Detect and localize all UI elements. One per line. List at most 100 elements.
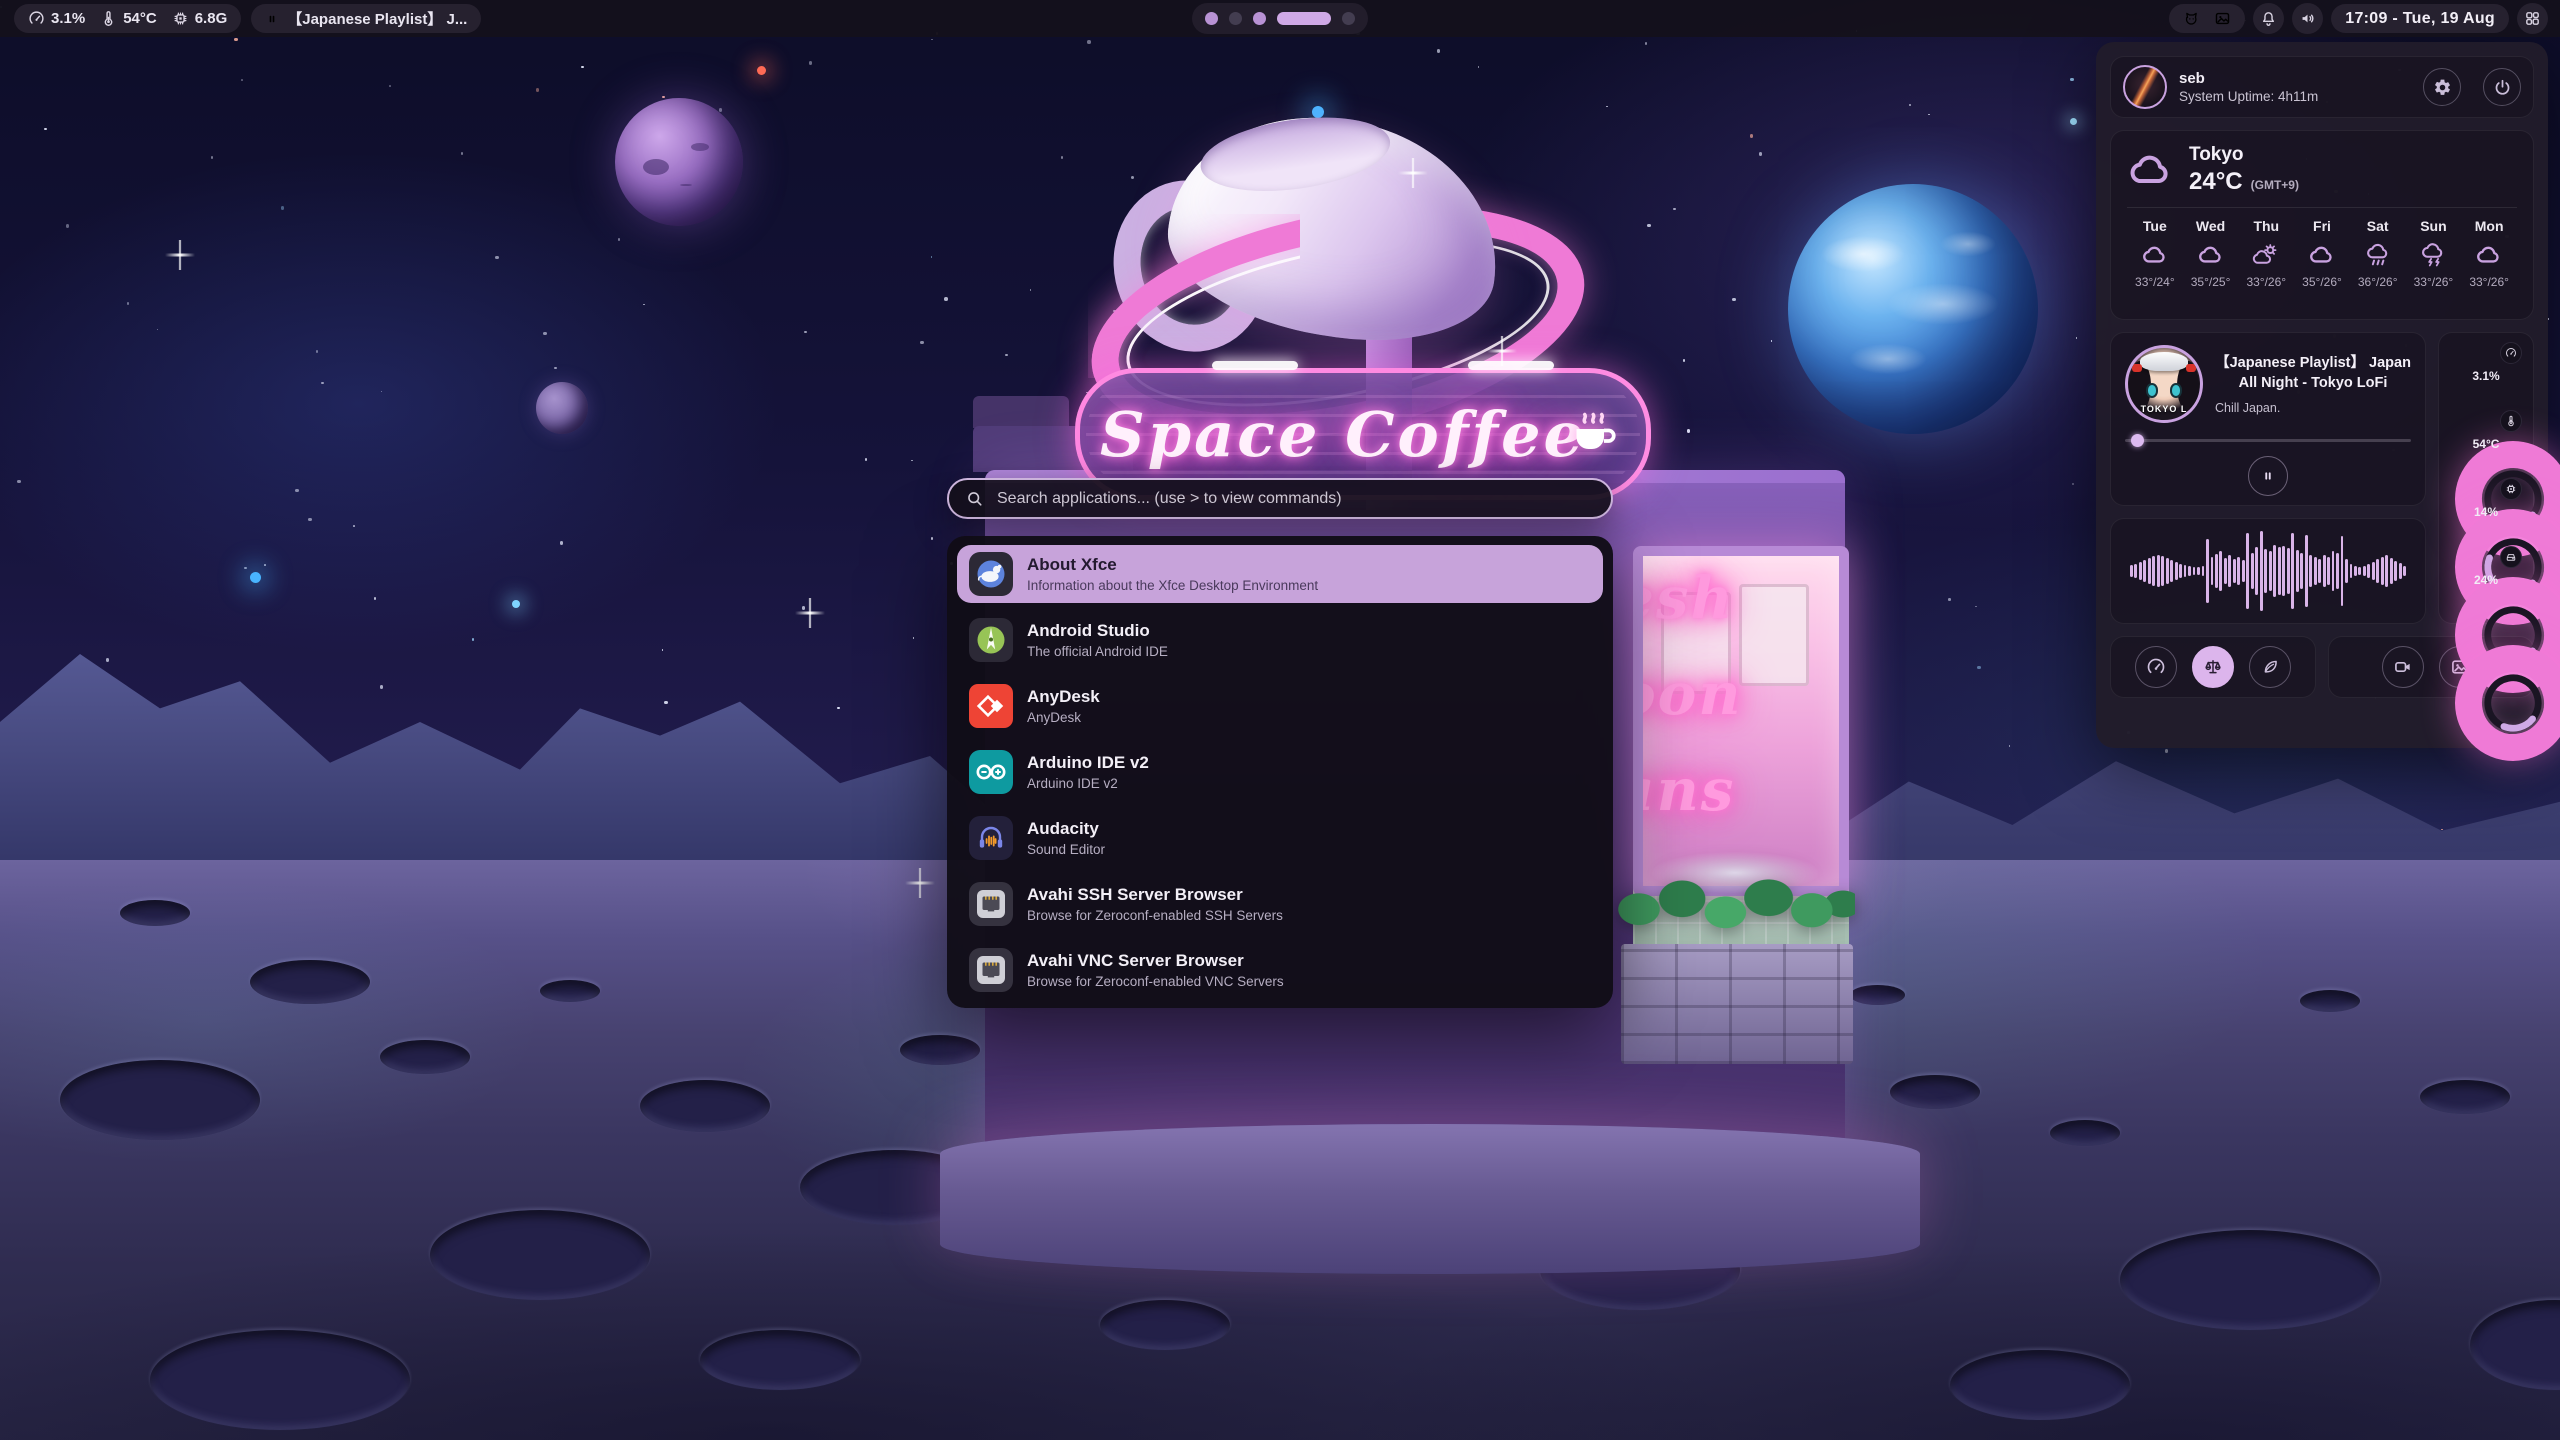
power-icon — [2493, 78, 2512, 97]
chip-icon — [172, 10, 189, 27]
speedometer-icon — [28, 10, 45, 27]
forecast-day: Tue 33°/24° — [2127, 218, 2183, 289]
dashboard-button[interactable] — [2517, 3, 2548, 34]
gauge-icon-badge — [2500, 342, 2522, 364]
notifications-button[interactable] — [2253, 3, 2284, 34]
app-list: About Xfce Information about the Xfce De… — [947, 536, 1613, 1008]
weather-city: Tokyo — [2189, 145, 2299, 166]
neon-word-3: ans — [1633, 756, 1837, 824]
app-name: About Xfce — [1027, 555, 1318, 575]
control-panel: seb System Uptime: 4h11m Tokyo 24°C (GMT… — [2096, 42, 2548, 748]
seek-thumb[interactable] — [2131, 434, 2144, 447]
power-mode-group — [2110, 636, 2316, 698]
app-search-bar[interactable] — [947, 478, 1613, 519]
weather-timezone: (GMT+9) — [2251, 178, 2299, 192]
power-button[interactable] — [2483, 68, 2521, 106]
app-list-item[interactable]: Avahi SSH Server Browser Browse for Zero… — [957, 875, 1603, 933]
weather-card: Tokyo 24°C (GMT+9) Tue 33°/24° Wed 35°/2… — [2110, 130, 2534, 320]
sign-text: Space Coffee — [1100, 398, 1626, 471]
pet-icon[interactable] — [2183, 10, 2200, 27]
app-list-item[interactable]: Arduino IDE v2 Arduino IDE v2 — [957, 743, 1603, 801]
gauge: 3.1% — [2455, 345, 2517, 407]
settings-button[interactable] — [2423, 68, 2461, 106]
gauge: 14% — [2455, 481, 2517, 543]
play-pause-button[interactable] — [2248, 456, 2288, 496]
clock-pill[interactable]: 17:09 - Tue, 19 Aug — [2331, 4, 2509, 33]
speaker-icon — [2299, 10, 2316, 27]
workspace-dot-5[interactable] — [1342, 12, 1355, 25]
workspace-dot-3[interactable] — [1253, 12, 1266, 25]
gauge-icon-badge — [2500, 478, 2522, 500]
app-list-item[interactable]: Avahi VNC Server Browser Browse for Zero… — [957, 941, 1603, 999]
performance-mode-button[interactable] — [2135, 646, 2177, 688]
desktop: esh oon ans Space Coffee 3.1% — [0, 0, 2560, 1440]
app-icon — [969, 948, 1013, 992]
app-list-item[interactable]: Android Studio The official Android IDE — [957, 611, 1603, 669]
neon-word-2: oon — [1633, 660, 1837, 728]
app-list-item[interactable]: About Xfce Information about the Xfce De… — [957, 545, 1603, 603]
gear-icon — [2433, 78, 2452, 97]
seek-slider[interactable] — [2125, 434, 2411, 447]
app-icon — [969, 684, 1013, 728]
bell-icon — [2260, 10, 2277, 27]
app-list-item[interactable]: Audacity Sound Editor — [957, 809, 1603, 867]
search-input[interactable] — [995, 489, 1595, 509]
scales-icon — [2203, 657, 2223, 677]
video-camera-icon — [2393, 657, 2413, 677]
gauge: 54°C — [2455, 413, 2517, 475]
forecast-weather-icon — [2252, 241, 2280, 269]
app-icon — [969, 882, 1013, 926]
app-name: Avahi SSH Server Browser — [1027, 885, 1283, 905]
app-description: AnyDesk — [1027, 710, 1100, 725]
sign-coffee-cup-icon — [1564, 399, 1624, 459]
planet-purple — [615, 98, 743, 226]
gauge-icon-badge — [2500, 546, 2522, 568]
top-bar: 3.1% 54°C 6.8G 【Japanese Playlist】 J... — [0, 0, 2560, 37]
wallpaper-icon[interactable] — [2214, 10, 2231, 27]
shop-pavement — [940, 1124, 1920, 1274]
planet-earth — [1788, 184, 2038, 434]
forecast-weather-icon — [2197, 241, 2225, 269]
screen-record-button[interactable] — [2382, 646, 2424, 688]
music-player-card: TOKYO L 【Japanese Playlist】 Japan All Ni… — [2110, 332, 2426, 506]
track-title: 【Japanese Playlist】 Japan All Night - To… — [2215, 353, 2411, 394]
gauge: 24% — [2455, 549, 2517, 611]
app-name: Avahi VNC Server Browser — [1027, 951, 1284, 971]
workspace-dot-1[interactable] — [1205, 12, 1218, 25]
app-description: The official Android IDE — [1027, 644, 1168, 659]
small-moon — [536, 382, 588, 434]
app-icon — [969, 816, 1013, 860]
app-icon — [969, 750, 1013, 794]
forecast-weather-icon — [2308, 241, 2336, 269]
forecast-day: Sun 33°/26° — [2406, 218, 2462, 289]
user-card: seb System Uptime: 4h11m — [2110, 56, 2534, 118]
system-stats-pill[interactable]: 3.1% 54°C 6.8G — [14, 4, 241, 33]
forecast-weather-icon — [2419, 241, 2447, 269]
workspace-dot-4-active[interactable] — [1277, 12, 1331, 25]
gauge-icon-badge — [2500, 410, 2522, 432]
temperature-stat: 54°C — [100, 10, 157, 27]
app-description: Sound Editor — [1027, 842, 1105, 857]
search-icon — [965, 489, 984, 508]
app-name: AnyDesk — [1027, 687, 1100, 707]
forecast-day: Wed 35°/25° — [2183, 218, 2239, 289]
app-name: Android Studio — [1027, 621, 1168, 641]
app-icon — [969, 618, 1013, 662]
forecast-weather-icon — [2364, 241, 2392, 269]
balanced-mode-button[interactable] — [2192, 646, 2234, 688]
user-name: seb — [2179, 70, 2318, 87]
memory-stat: 6.8G — [172, 10, 228, 27]
workspace-switcher — [1192, 3, 1368, 34]
now-playing-pill[interactable]: 【Japanese Playlist】 J... — [251, 4, 481, 33]
workspace-dot-2[interactable] — [1229, 12, 1242, 25]
plants — [1615, 852, 1855, 956]
pause-icon — [2260, 468, 2276, 484]
system-uptime: System Uptime: 4h11m — [2179, 89, 2318, 104]
pause-icon — [265, 12, 279, 26]
powersave-mode-button[interactable] — [2249, 646, 2291, 688]
app-list-item[interactable]: AnyDesk AnyDesk — [957, 677, 1603, 735]
weather-forecast: Tue 33°/24° Wed 35°/25° Thu 33°/26° Fri … — [2127, 218, 2517, 289]
volume-button[interactable] — [2292, 3, 2323, 34]
shop-window: esh oon ans — [1633, 546, 1849, 896]
now-playing-text: 【Japanese Playlist】 J... — [287, 8, 467, 29]
